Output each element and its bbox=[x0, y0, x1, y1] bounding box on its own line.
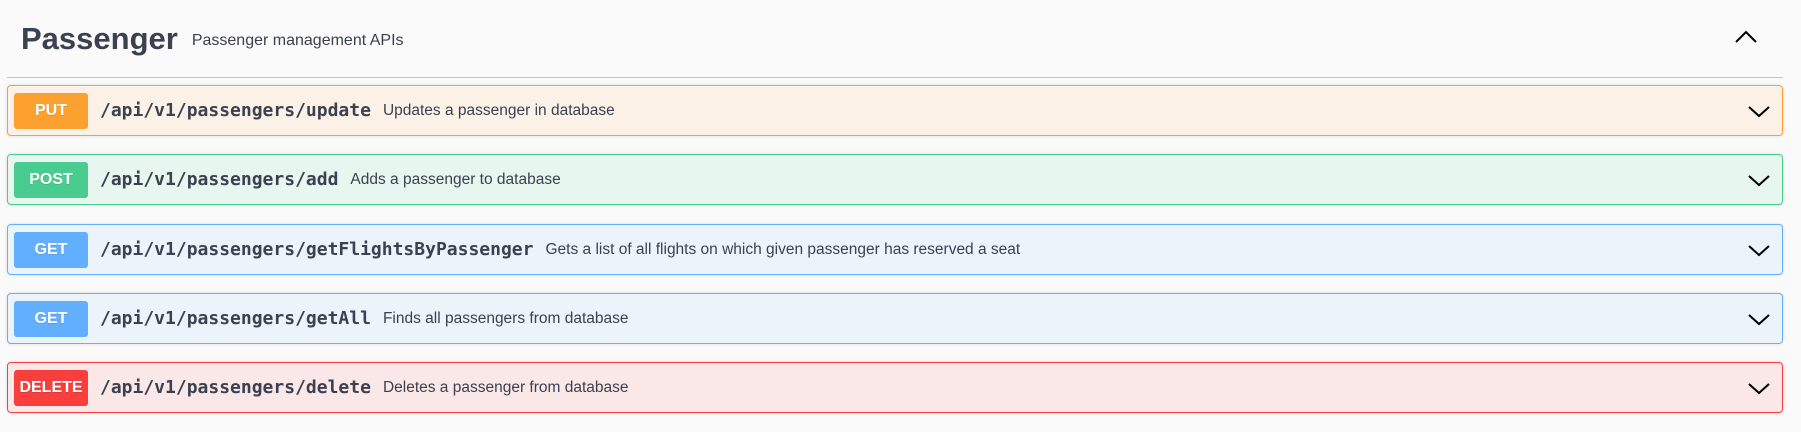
operation-put[interactable]: PUT /api/v1/passengers/update Updates a … bbox=[7, 85, 1783, 136]
operation-summary: Gets a list of all flights on which give… bbox=[545, 240, 1021, 258]
method-badge: GET bbox=[14, 231, 88, 268]
chevron-up-icon[interactable] bbox=[1731, 22, 1761, 52]
chevron-down-icon[interactable] bbox=[1746, 237, 1772, 263]
operation-path: /api/v1/passengers/delete bbox=[100, 377, 371, 398]
tag-header-passenger[interactable]: Passenger Passenger management APIs bbox=[7, 0, 1783, 78]
operation-summary: Deletes a passenger from database bbox=[382, 378, 629, 396]
operation-summary: Updates a passenger in database bbox=[382, 101, 615, 119]
operation-path: /api/v1/passengers/add bbox=[100, 169, 339, 190]
operation-summary: Adds a passenger to database bbox=[350, 170, 561, 188]
operation-summary: Finds all passengers from database bbox=[382, 309, 629, 327]
method-badge: GET bbox=[14, 300, 88, 337]
chevron-down-icon[interactable] bbox=[1746, 98, 1772, 124]
tag-title: Passenger bbox=[21, 20, 178, 56]
method-badge: PUT bbox=[14, 92, 88, 129]
method-badge: POST bbox=[14, 161, 88, 198]
operation-path: /api/v1/passengers/update bbox=[100, 100, 371, 121]
chevron-down-icon[interactable] bbox=[1746, 306, 1772, 332]
operation-delete[interactable]: DELETE /api/v1/passengers/delete Deletes… bbox=[7, 362, 1783, 413]
chevron-down-icon[interactable] bbox=[1746, 375, 1772, 401]
operation-post[interactable]: POST /api/v1/passengers/add Adds a passe… bbox=[7, 154, 1783, 205]
method-badge: DELETE bbox=[14, 369, 88, 406]
operation-path: /api/v1/passengers/getAll bbox=[100, 308, 371, 329]
tag-description: Passenger management APIs bbox=[191, 31, 404, 49]
chevron-down-icon[interactable] bbox=[1746, 167, 1772, 193]
operation-get[interactable]: GET /api/v1/passengers/getFlightsByPasse… bbox=[7, 224, 1783, 275]
operation-get[interactable]: GET /api/v1/passengers/getAll Finds all … bbox=[7, 293, 1783, 344]
operation-path: /api/v1/passengers/getFlightsByPassenger bbox=[100, 239, 534, 260]
